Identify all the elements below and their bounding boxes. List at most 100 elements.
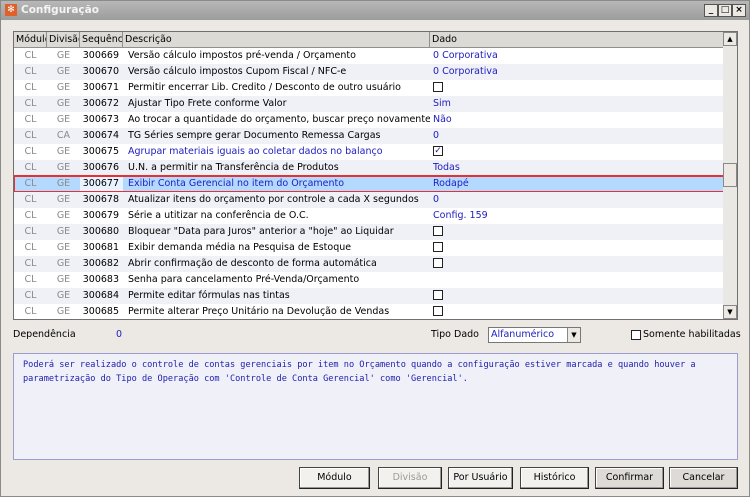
scroll-down-button[interactable]: ▼: [723, 305, 737, 319]
descricao-cell: Permite alterar Preço Unitário na Devolu…: [128, 306, 390, 317]
checkbox[interactable]: [433, 225, 443, 236]
sequencia-cell: 300678: [82, 194, 119, 205]
divisao-cell: GE: [56, 290, 71, 301]
table-row[interactable]: CL GE 300685 Permite alterar Preço Unitário…: [14, 304, 724, 319]
divisao-cell: GE: [56, 258, 71, 269]
table-row[interactable]: CL GE 300671 Permitir encerrar Lib. Credito…: [14, 80, 724, 96]
dado-cell[interactable]: Não: [430, 112, 724, 128]
table-row[interactable]: CL CA 300674 TG Séries sempre gerar Documen…: [14, 128, 724, 144]
divisao-cell: GE: [56, 226, 71, 237]
sequencia-cell: 300681: [82, 242, 119, 253]
dado-cell[interactable]: ✓: [430, 144, 724, 160]
table-row[interactable]: CL GE 300684 Permite editar fórmulas nas ti…: [14, 288, 724, 304]
modulo-cell: CL: [24, 258, 37, 269]
sequencia-cell: 300679: [82, 210, 119, 221]
sequencia-cell: 300685: [82, 306, 119, 317]
modulo-button[interactable]: Módulo: [299, 467, 370, 489]
dado-cell[interactable]: Todas: [430, 160, 724, 176]
scroll-thumb[interactable]: [723, 163, 737, 187]
modulo-cell: CL: [24, 290, 37, 301]
tipo-dado-label: Tipo Dado: [431, 329, 479, 340]
maximize-button[interactable]: □: [718, 4, 732, 17]
modulo-cell: CL: [24, 130, 37, 141]
table-row[interactable]: CL GE 300673 Ao trocar a quantidade do orça…: [14, 112, 724, 128]
col-header-modulo[interactable]: Módulo: [14, 32, 47, 48]
table-row[interactable]: CL GE 300675 Agrupar materiais iguais ao co…: [14, 144, 724, 160]
cancelar-button[interactable]: Cancelar: [669, 467, 738, 489]
descricao-cell: Versão cálculo impostos Cupom Fiscal / N…: [128, 66, 347, 77]
checked-checkbox[interactable]: ✓: [433, 145, 443, 156]
col-header-dado[interactable]: Dado: [430, 32, 724, 48]
sequencia-cell: 300676: [82, 162, 119, 173]
col-header-descricao[interactable]: Descrição: [123, 32, 430, 48]
sequencia-cell: 300684: [82, 290, 119, 301]
checkbox[interactable]: [433, 257, 443, 268]
close-button[interactable]: ×: [732, 4, 746, 17]
minimize-button[interactable]: _: [704, 4, 718, 17]
divisao-cell: GE: [56, 146, 71, 157]
modulo-cell: CL: [24, 114, 37, 125]
dado-cell[interactable]: 0: [430, 192, 724, 208]
dado-cell[interactable]: [430, 256, 724, 272]
grid-rows: CL GE 300669 Versão cálculo impostos pré-ve…: [14, 48, 725, 319]
dado-cell[interactable]: Config. 159: [430, 208, 724, 224]
table-row[interactable]: CL GE 300676 U.N. a permitir na Transferênc…: [14, 160, 724, 176]
dado-cell[interactable]: [430, 224, 724, 240]
table-row-selected[interactable]: CL GE 300677 Exibir Conta Gerencial no item…: [14, 175, 725, 193]
dado-cell[interactable]: 0 Corporativa: [430, 48, 724, 64]
col-header-divisao[interactable]: Divisão: [47, 32, 80, 48]
modulo-cell: CL: [24, 146, 37, 157]
divisao-cell: GE: [56, 210, 71, 221]
table-row[interactable]: CL GE 300681 Exibir demanda média na Pesqui…: [14, 240, 724, 256]
table-row[interactable]: CL GE 300679 Série a utitizar na conferênci…: [14, 208, 724, 224]
descricao-cell: Versão cálculo impostos pré-venda / Orça…: [128, 50, 356, 61]
vertical-scrollbar[interactable]: ▲ ▼: [723, 32, 737, 319]
divisao-cell: GE: [56, 242, 71, 253]
table-row[interactable]: CL GE 300682 Abrir confirmação de desconto …: [14, 256, 724, 272]
descricao-cell: Série a utitizar na conferência de O.C.: [128, 210, 309, 221]
divisao-cell: CA: [56, 130, 71, 141]
dropdown-arrow-icon[interactable]: ▼: [567, 328, 580, 342]
table-row[interactable]: CL GE 300683 Senha para cancelamento Pré-Ve…: [14, 272, 724, 288]
dado-cell[interactable]: [430, 288, 724, 304]
table-row[interactable]: CL GE 300669 Versão cálculo impostos pré-ve…: [14, 48, 724, 64]
checkbox[interactable]: [433, 241, 443, 252]
checkbox[interactable]: [433, 289, 443, 300]
sequencia-cell: 300671: [82, 82, 119, 93]
dependencia-value: 0: [116, 329, 123, 340]
dado-cell[interactable]: Rodapé: [430, 176, 724, 192]
checkbox[interactable]: [433, 81, 443, 92]
modulo-cell: CL: [24, 82, 37, 93]
dado-cell[interactable]: Sim: [430, 96, 724, 112]
table-row[interactable]: CL GE 300680 Bloquear "Data para Juros" ant…: [14, 224, 724, 240]
dado-cell[interactable]: [430, 80, 724, 96]
table-row[interactable]: CL GE 300672 Ajustar Tipo Frete conforme Va…: [14, 96, 724, 112]
divisao-cell: GE: [56, 274, 71, 285]
divisao-cell: GE: [56, 98, 71, 109]
modulo-cell: CL: [24, 274, 37, 285]
scroll-up-button[interactable]: ▲: [723, 32, 737, 46]
divisao-cell: GE: [56, 114, 71, 125]
dado-cell[interactable]: 0: [430, 128, 724, 144]
dado-cell[interactable]: 0 Corporativa: [430, 64, 724, 80]
historico-button[interactable]: Histórico: [520, 467, 589, 489]
divisao-cell: GE: [56, 50, 71, 61]
divisao-cell: GE: [56, 178, 71, 189]
col-header-sequencia[interactable]: Sequência: [80, 32, 123, 48]
window-title: Configuração: [21, 4, 99, 16]
description-textarea[interactable]: Poderá ser realizado o controle de conta…: [13, 353, 738, 460]
descricao-cell: Permite editar fórmulas nas tintas: [128, 290, 290, 301]
confirmar-button[interactable]: Confirmar: [595, 467, 664, 489]
table-row[interactable]: CL GE 300678 Atualizar itens do orçamento p…: [14, 192, 724, 208]
dado-cell[interactable]: [430, 304, 724, 319]
tipo-dado-select[interactable]: Alfanumérico ▼: [488, 327, 581, 343]
dado-cell[interactable]: [430, 272, 724, 288]
por-usuario-button[interactable]: Por Usuário: [448, 467, 513, 489]
table-row[interactable]: CL GE 300670 Versão cálculo impostos Cupom …: [14, 64, 724, 80]
somente-habilitadas-checkbox[interactable]: [631, 330, 641, 340]
checkbox[interactable]: [433, 305, 443, 316]
modulo-cell: CL: [24, 226, 37, 237]
divisao-button[interactable]: Divisão: [378, 467, 442, 489]
somente-habilitadas-label[interactable]: Somente habilitadas: [643, 329, 741, 340]
dado-cell[interactable]: [430, 240, 724, 256]
